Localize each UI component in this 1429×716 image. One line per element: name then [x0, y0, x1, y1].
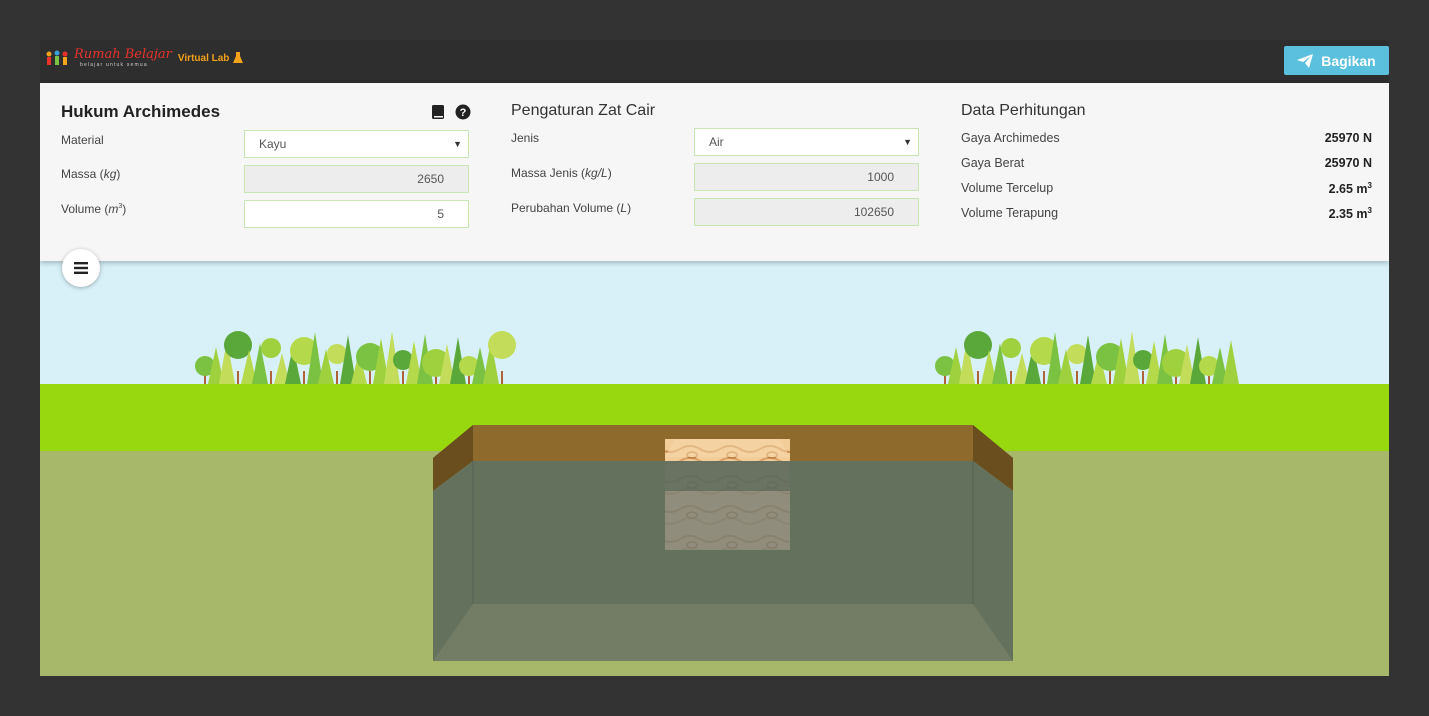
share-button[interactable]: Bagikan: [1284, 46, 1389, 75]
perubahan-volume-value: 102650: [853, 205, 894, 219]
calc-value: 2.65 m3: [1328, 181, 1372, 197]
perubahan-volume-label: Perubahan Volume (L): [511, 201, 632, 215]
tree-trunk: [1043, 371, 1045, 385]
section-title: Pengaturan Zat Cair: [511, 102, 656, 119]
caret-down-icon: ▼: [453, 139, 462, 149]
virtual-lab-label: Virtual Lab: [177, 53, 230, 64]
section-title: Hukum Archimedes: [61, 102, 221, 121]
menu-button[interactable]: [62, 249, 100, 287]
calc-row: Volume Terapung 2.35 m3: [961, 206, 1372, 222]
wood-block-top-face: [665, 439, 790, 457]
massa-jenis-label: Massa Jenis (kg/L): [511, 166, 612, 180]
svg-text:?: ?: [460, 107, 467, 119]
control-panel: Hukum Archimedes ? Material Kayu ▼ Massa…: [40, 83, 1389, 261]
massa-jenis-field: 1000: [694, 163, 919, 191]
tree: [964, 331, 992, 359]
section-title: Data Perhitungan: [961, 102, 1086, 119]
material-value: Kayu: [259, 137, 287, 151]
book-icon[interactable]: [431, 104, 445, 120]
question-circle-icon[interactable]: ?: [455, 104, 471, 120]
calc-value: 25970 N: [1324, 131, 1372, 145]
simulation-scene: [40, 261, 1389, 676]
tree-trunk: [1076, 371, 1078, 385]
jenis-value: Air: [709, 135, 724, 149]
tree-trunk: [369, 371, 371, 385]
material-select[interactable]: Kayu ▼: [244, 130, 469, 158]
jenis-label: Jenis: [511, 131, 540, 145]
flask-icon: [233, 52, 244, 63]
tree-trunk: [303, 371, 305, 385]
tree-trunk: [1109, 371, 1111, 385]
wood-block-submerged-tint: [665, 491, 790, 550]
calc-label: Gaya Archimedes: [961, 131, 1060, 145]
calc-label: Volume Tercelup: [961, 181, 1054, 195]
tree-trunk: [977, 371, 979, 385]
calc-label: Volume Terapung: [961, 206, 1059, 220]
volume-value: 5: [437, 207, 444, 221]
calc-value: 25970 N: [1324, 156, 1372, 170]
logo-figures-icon: [46, 50, 68, 65]
tree-trunk: [237, 371, 239, 385]
tree: [224, 331, 252, 359]
jenis-select[interactable]: Air ▼: [694, 128, 919, 156]
tree-trunk: [402, 371, 404, 385]
tree-trunk: [1142, 371, 1144, 385]
tree: [1001, 338, 1021, 358]
app-window: Rumah Belajar belajar untuk semua Virtua…: [40, 40, 1389, 676]
pool-floor: [433, 604, 1013, 661]
calc-label: Gaya Berat: [961, 156, 1025, 170]
calc-value: 2.35 m3: [1328, 206, 1372, 222]
massa-label: Massa (kg): [61, 167, 121, 181]
share-label: Bagikan: [1321, 52, 1376, 69]
volume-input[interactable]: 5: [244, 200, 469, 228]
tree: [488, 331, 516, 359]
tree: [261, 338, 281, 358]
tree-trunk: [336, 371, 338, 385]
hamburger-menu-icon: [74, 262, 88, 274]
calc-row: Gaya Archimedes 25970 N: [961, 131, 1372, 145]
calc-row: Gaya Berat 25970 N: [961, 156, 1372, 170]
brand-tagline: belajar untuk semua: [80, 62, 148, 68]
tree-trunk: [270, 371, 272, 385]
paper-plane-icon: [1297, 53, 1314, 68]
massa-jenis-value: 1000: [867, 170, 894, 184]
massa-value: 2650: [417, 172, 444, 186]
volume-label: Volume (m3): [61, 202, 127, 216]
brand-name: Rumah Belajar: [74, 47, 172, 62]
massa-field: 2650: [244, 165, 469, 193]
calc-row: Volume Tercelup 2.65 m3: [961, 181, 1372, 197]
perubahan-volume-field: 102650: [694, 198, 919, 226]
logo[interactable]: Rumah Belajar belajar untuk semua Virtua…: [44, 48, 244, 68]
caret-down-icon: ▼: [903, 137, 912, 147]
tree-trunk: [501, 371, 503, 385]
material-label: Material: [61, 133, 104, 147]
top-bar: Rumah Belajar belajar untuk semua Virtua…: [40, 40, 1389, 83]
tree-trunk: [1010, 371, 1012, 385]
